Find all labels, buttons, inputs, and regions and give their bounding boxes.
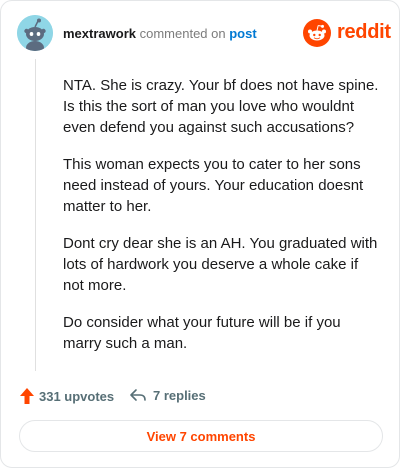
reply-count: 7 replies	[153, 387, 206, 403]
upvote-count: 331 upvotes	[39, 388, 115, 404]
view-comments-button[interactable]: View 7 comments	[19, 420, 383, 452]
reddit-logo[interactable]: reddit	[303, 19, 391, 47]
comment-actions: 331 upvotes 7 replies	[19, 387, 383, 407]
reddit-wordmark: reddit	[337, 21, 391, 43]
user-avatar[interactable]	[17, 15, 53, 51]
reddit-logo-icon	[303, 19, 331, 47]
upvote-arrow-icon	[20, 388, 34, 404]
comment-paragraph: Do consider what your future will be if …	[63, 314, 341, 352]
comment-body: NTA. She is crazy. Your bf does not have…	[63, 75, 379, 370]
snoo-avatar-icon	[17, 15, 53, 51]
post-link[interactable]: post	[229, 26, 256, 41]
comment-card: mextrawork commented on post reddit NTA.…	[0, 0, 400, 468]
reply-arrow-icon	[130, 389, 146, 401]
comment-paragraph: NTA. She is crazy. Your bf does not have…	[63, 77, 379, 136]
comment-paragraph: This woman expects you to cater to her s…	[63, 156, 364, 215]
action-text: commented on	[139, 26, 226, 41]
username-link[interactable]: mextrawork	[63, 26, 136, 41]
upvote-button[interactable]: 331 upvotes	[19, 387, 114, 405]
reply-button[interactable]: 7 replies	[129, 387, 206, 403]
comment-paragraph: Dont cry dear she is an AH. You graduate…	[63, 235, 378, 294]
comment-header: mextrawork commented on post reddit	[17, 15, 391, 51]
thread-line	[35, 59, 36, 371]
comment-byline: mextrawork commented on post	[63, 26, 257, 41]
